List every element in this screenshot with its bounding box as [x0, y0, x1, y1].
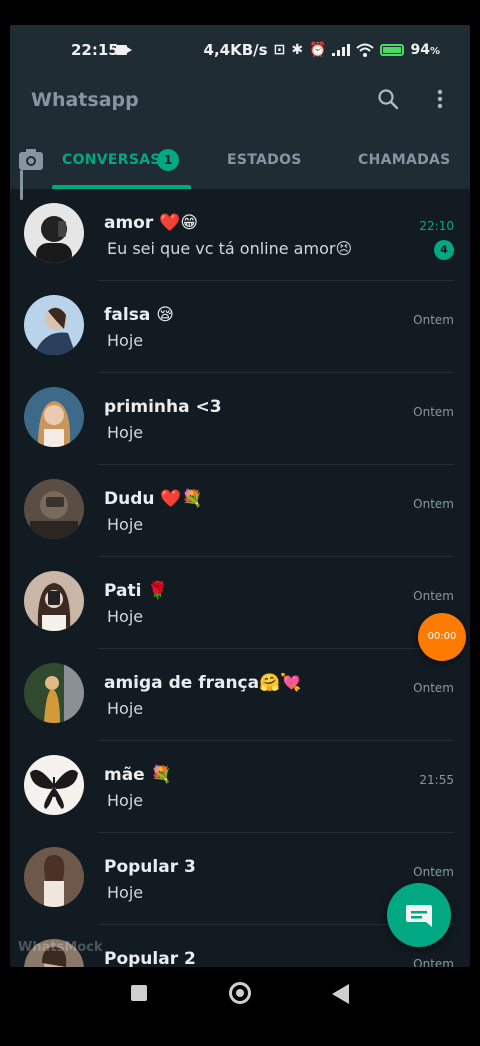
chat-row[interactable]: Dudu ❤️💐 Hoje Ontem: [10, 465, 470, 557]
chat-time: Ontem: [413, 957, 454, 967]
chat-time: Ontem: [413, 313, 454, 327]
chat-time: 22:10: [419, 219, 454, 233]
unread-count-badge: 4: [434, 240, 454, 260]
recent-apps-button[interactable]: [131, 985, 147, 1001]
chat-name: Popular 3: [104, 857, 196, 877]
chat-name: mãe 💐: [104, 765, 172, 785]
chat-row[interactable]: amor ❤️😁 Eu sei que vc tá online amor😣 2…: [10, 189, 470, 281]
chat-last-message: Hoje: [107, 791, 144, 810]
tab-conversas[interactable]: CONVERSAS: [62, 152, 161, 168]
back-button[interactable]: [332, 984, 349, 1004]
chat-name: Popular 2: [104, 949, 196, 967]
chat-last-message: Hoje: [107, 883, 144, 902]
chat-last-message: Hoje: [107, 515, 144, 534]
wifi-icon: [356, 43, 375, 57]
recording-timer-bubble[interactable]: 00:00: [418, 613, 466, 661]
avatar[interactable]: [24, 295, 84, 355]
nfc-icon: ⊡: [273, 42, 286, 58]
chat-name: Pati 🌹: [104, 581, 169, 601]
chat-last-message: Hoje: [107, 607, 144, 626]
avatar[interactable]: [24, 755, 84, 815]
avatar[interactable]: [24, 387, 84, 447]
app-bar: Whatsapp: [10, 75, 470, 125]
avatar[interactable]: [24, 479, 84, 539]
chat-list: amor ❤️😁 Eu sei que vc tá online amor😣 2…: [10, 189, 470, 967]
network-speed: 4,4KB/s: [203, 41, 268, 59]
battery-level: 94%: [410, 42, 440, 58]
phone-screen: 22:15 4,4KB/s ⊡ ✱ ⏰ 94% Whatsapp CONVERS…: [10, 25, 470, 967]
chat-last-message: Hoje: [107, 699, 144, 718]
bluetooth-icon: ✱: [291, 42, 304, 58]
tab-bar: CONVERSAS 1 ESTADOS CHAMADAS: [10, 125, 470, 189]
chat-name: priminha <3: [104, 397, 222, 417]
chat-name: amor ❤️😁: [104, 213, 199, 233]
battery-icon: [380, 44, 405, 56]
system-navigation-bar: [0, 967, 480, 1046]
alarm-icon: ⏰: [309, 42, 327, 58]
chat-name: amiga de frança🤗💘: [104, 673, 302, 693]
chat-time: Ontem: [413, 497, 454, 511]
tab-chamadas[interactable]: CHAMADAS: [358, 152, 451, 168]
chat-last-message: Hoje: [107, 423, 144, 442]
chat-row[interactable]: amiga de frança🤗💘 Hoje Ontem: [10, 649, 470, 741]
home-button[interactable]: [229, 982, 251, 1004]
status-time: 22:15: [71, 41, 119, 59]
avatar[interactable]: [24, 847, 84, 907]
signal-icon: [332, 44, 351, 56]
chat-last-message: Eu sei que vc tá online amor😣: [107, 239, 353, 258]
more-options-icon[interactable]: [431, 88, 449, 110]
chat-name: falsa 😪: [104, 305, 174, 325]
status-icons: 4,4KB/s ⊡ ✱ ⏰ 94%: [204, 41, 440, 59]
status-bar: 22:15 4,4KB/s ⊡ ✱ ⏰ 94%: [10, 25, 470, 75]
tab-estados[interactable]: ESTADOS: [227, 152, 302, 168]
avatar[interactable]: [24, 571, 84, 631]
new-chat-button[interactable]: [387, 883, 451, 947]
chat-row[interactable]: priminha <3 Hoje Ontem: [10, 373, 470, 465]
chat-row[interactable]: mãe 💐 Hoje 21:55: [10, 741, 470, 833]
chat-last-message: Hoje: [107, 331, 144, 350]
search-icon[interactable]: [377, 88, 399, 110]
chat-time: 21:55: [419, 773, 454, 787]
message-icon: [406, 905, 432, 927]
app-title: Whatsapp: [31, 89, 139, 111]
chat-time: Ontem: [413, 589, 454, 603]
tab-conversas-badge: 1: [157, 149, 179, 171]
watermark: WhatsMock: [18, 940, 103, 955]
chat-row[interactable]: falsa 😪 Hoje Ontem: [10, 281, 470, 373]
avatar[interactable]: [24, 203, 84, 263]
chat-name: Dudu ❤️💐: [104, 489, 203, 509]
chat-time: Ontem: [413, 865, 454, 879]
chat-time: Ontem: [413, 405, 454, 419]
video-recording-icon: [116, 45, 132, 55]
chat-row[interactable]: Pati 🌹 Hoje Ontem: [10, 557, 470, 649]
chat-time: Ontem: [413, 681, 454, 695]
avatar[interactable]: [24, 663, 84, 723]
